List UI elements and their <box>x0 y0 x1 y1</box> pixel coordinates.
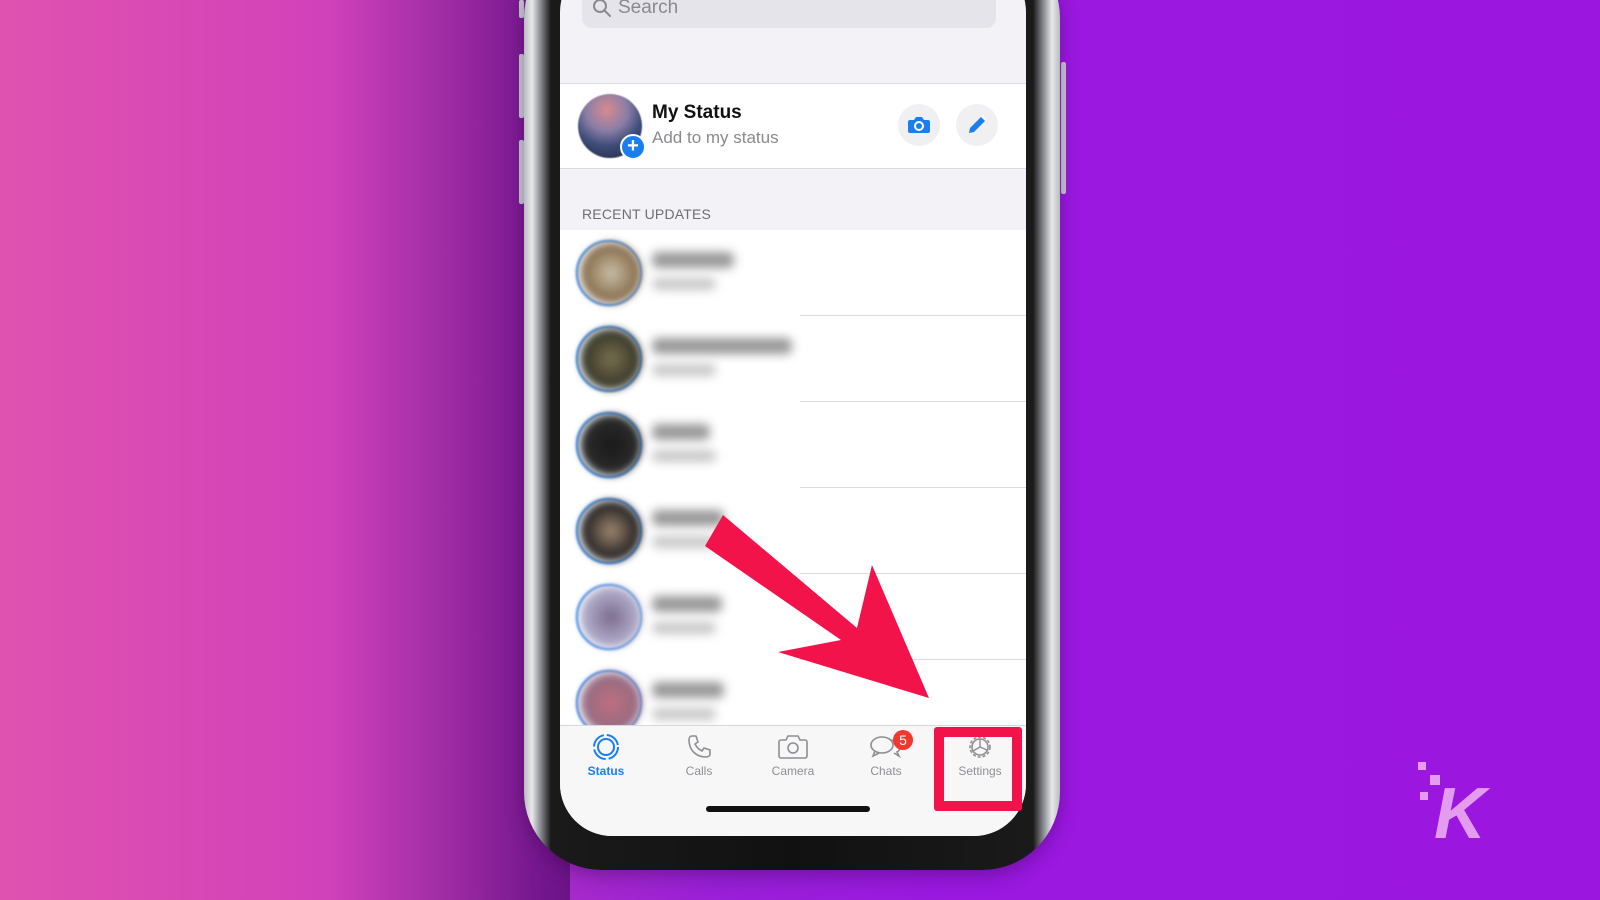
my-status-title: My Status <box>652 102 742 123</box>
contact-name-blurred <box>652 510 724 526</box>
unread-badge: 5 <box>893 730 913 750</box>
search-icon <box>593 0 611 17</box>
status-icon <box>593 734 619 760</box>
pencil-icon <box>969 115 987 133</box>
list-item[interactable] <box>560 402 1026 488</box>
tab-calls[interactable]: Calls <box>659 732 739 778</box>
camera-icon <box>778 735 808 759</box>
recent-updates-header: RECENT UPDATES <box>582 206 712 222</box>
power-button <box>1061 62 1066 194</box>
camera-status-button[interactable] <box>898 104 940 146</box>
contact-name-blurred <box>652 596 722 612</box>
contact-avatar <box>580 328 642 390</box>
update-time-blurred <box>652 450 716 462</box>
add-status-plus-icon[interactable]: + <box>620 134 646 160</box>
search-input[interactable]: Search <box>582 0 996 28</box>
contact-avatar <box>580 586 642 648</box>
my-status-subtitle: Add to my status <box>652 128 779 147</box>
contact-avatar <box>580 500 642 562</box>
tab-label: Status <box>587 764 625 778</box>
home-indicator[interactable] <box>706 806 870 812</box>
tab-label: Calls <box>685 764 713 778</box>
recent-updates-list <box>560 230 1026 736</box>
my-status-row[interactable]: + My Status Add to my status <box>560 84 1026 168</box>
divider <box>560 168 1026 169</box>
phone-icon <box>688 735 711 758</box>
contact-avatar <box>580 242 642 304</box>
list-item[interactable] <box>560 574 1026 660</box>
search-placeholder: Search <box>618 0 679 18</box>
settings-highlight-box <box>934 727 1022 811</box>
contact-name-blurred <box>652 252 734 268</box>
knowtechie-logo-icon: K <box>1418 762 1491 850</box>
tab-status[interactable]: Status <box>566 732 646 778</box>
contact-name-blurred <box>652 682 724 698</box>
list-item[interactable] <box>560 488 1026 574</box>
tab-camera[interactable]: Camera <box>753 732 833 778</box>
contact-avatar <box>580 414 642 476</box>
text-status-button[interactable] <box>956 104 998 146</box>
update-time-blurred <box>652 622 716 634</box>
update-time-blurred <box>652 536 716 548</box>
list-item[interactable] <box>560 316 1026 402</box>
contact-name-blurred <box>652 338 792 354</box>
logo-letter: K <box>1434 774 1491 850</box>
tab-chats[interactable]: 5 Chats <box>846 730 926 778</box>
update-time-blurred <box>652 278 716 290</box>
camera-icon <box>908 117 930 133</box>
update-time-blurred <box>652 364 716 376</box>
phone-screen: Search + My Status Add to my status RECE… <box>560 0 1026 836</box>
list-item[interactable] <box>560 230 1026 316</box>
contact-name-blurred <box>652 424 710 440</box>
tab-label: Chats <box>870 764 902 778</box>
update-time-blurred <box>652 708 716 720</box>
tab-label: Camera <box>771 764 815 778</box>
